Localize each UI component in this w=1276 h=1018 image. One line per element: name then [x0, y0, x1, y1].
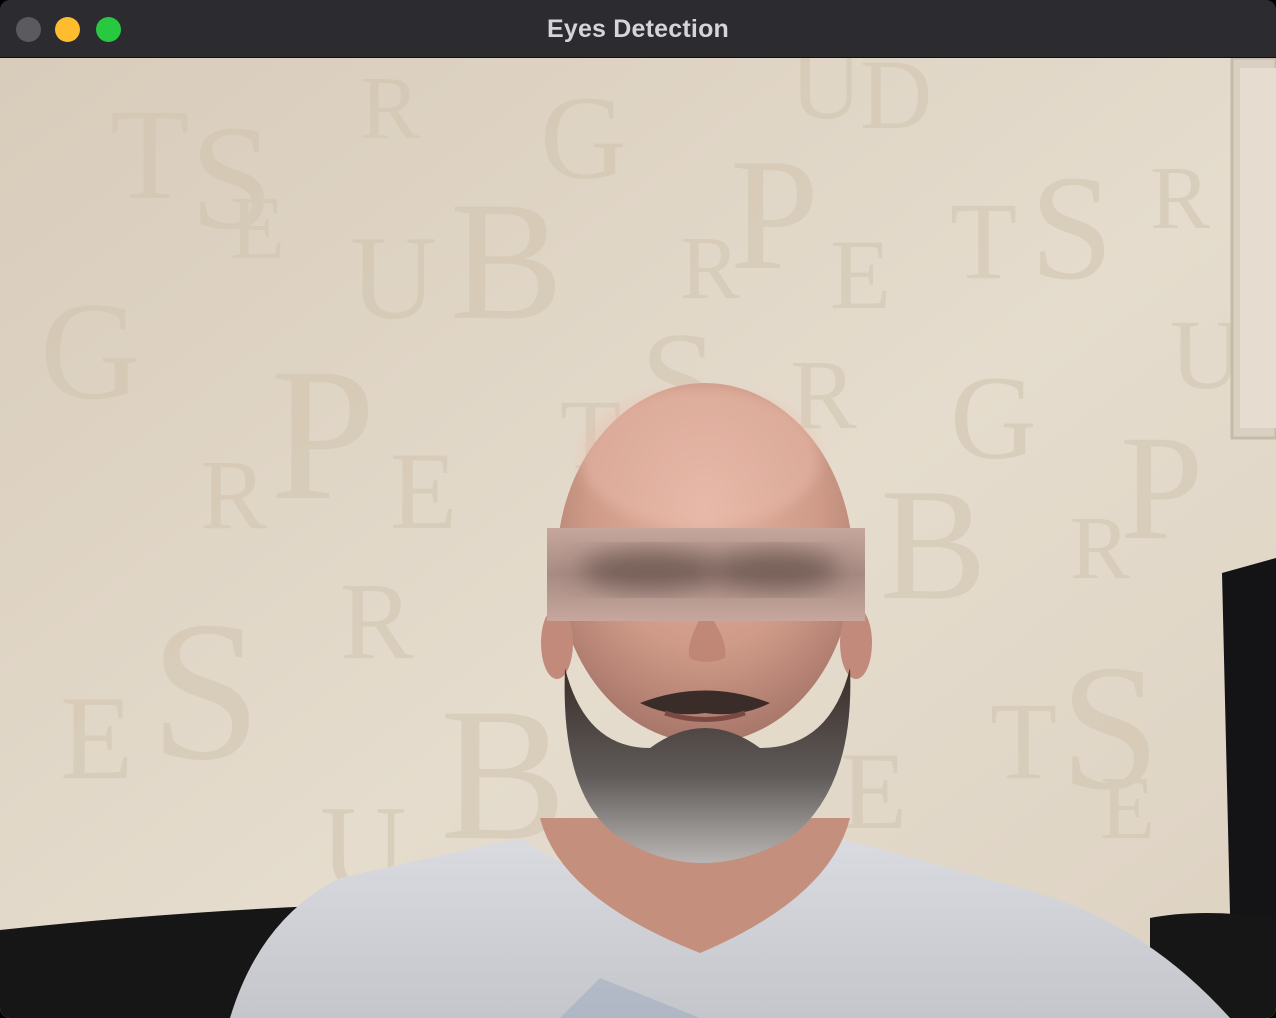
camera-feed: T S R G U D E U B R P E T S R G P R E T …: [0, 58, 1276, 1018]
svg-text:E: E: [1100, 759, 1155, 858]
svg-text:D: D: [860, 58, 932, 150]
svg-text:T: T: [110, 83, 189, 227]
svg-text:S: S: [1030, 145, 1113, 311]
svg-text:P: P: [270, 330, 376, 540]
svg-text:R: R: [1070, 499, 1130, 598]
svg-text:E: E: [60, 671, 133, 804]
svg-text:S: S: [150, 581, 261, 802]
svg-text:E: E: [830, 219, 891, 330]
app-window: Eyes Detection T S R G U D E U B R P E T…: [0, 0, 1276, 1018]
title-bar[interactable]: Eyes Detection: [0, 0, 1276, 58]
svg-text:R: R: [1150, 149, 1210, 248]
svg-text:P: P: [730, 125, 819, 303]
svg-text:P: P: [1120, 405, 1203, 571]
svg-text:B: B: [880, 455, 987, 633]
svg-text:R: R: [200, 439, 267, 550]
svg-text:E: E: [230, 179, 285, 278]
svg-text:U: U: [350, 211, 437, 344]
svg-text:R: R: [360, 59, 420, 158]
svg-text:E: E: [840, 730, 907, 852]
svg-text:B: B: [450, 167, 563, 355]
svg-text:E: E: [390, 430, 457, 552]
window-title: Eyes Detection: [546, 15, 730, 43]
svg-text:T: T: [990, 680, 1057, 802]
svg-text:R: R: [340, 560, 414, 682]
svg-text:T: T: [950, 180, 1017, 302]
eye-blur-region: [547, 528, 865, 621]
svg-text:G: G: [40, 274, 141, 429]
